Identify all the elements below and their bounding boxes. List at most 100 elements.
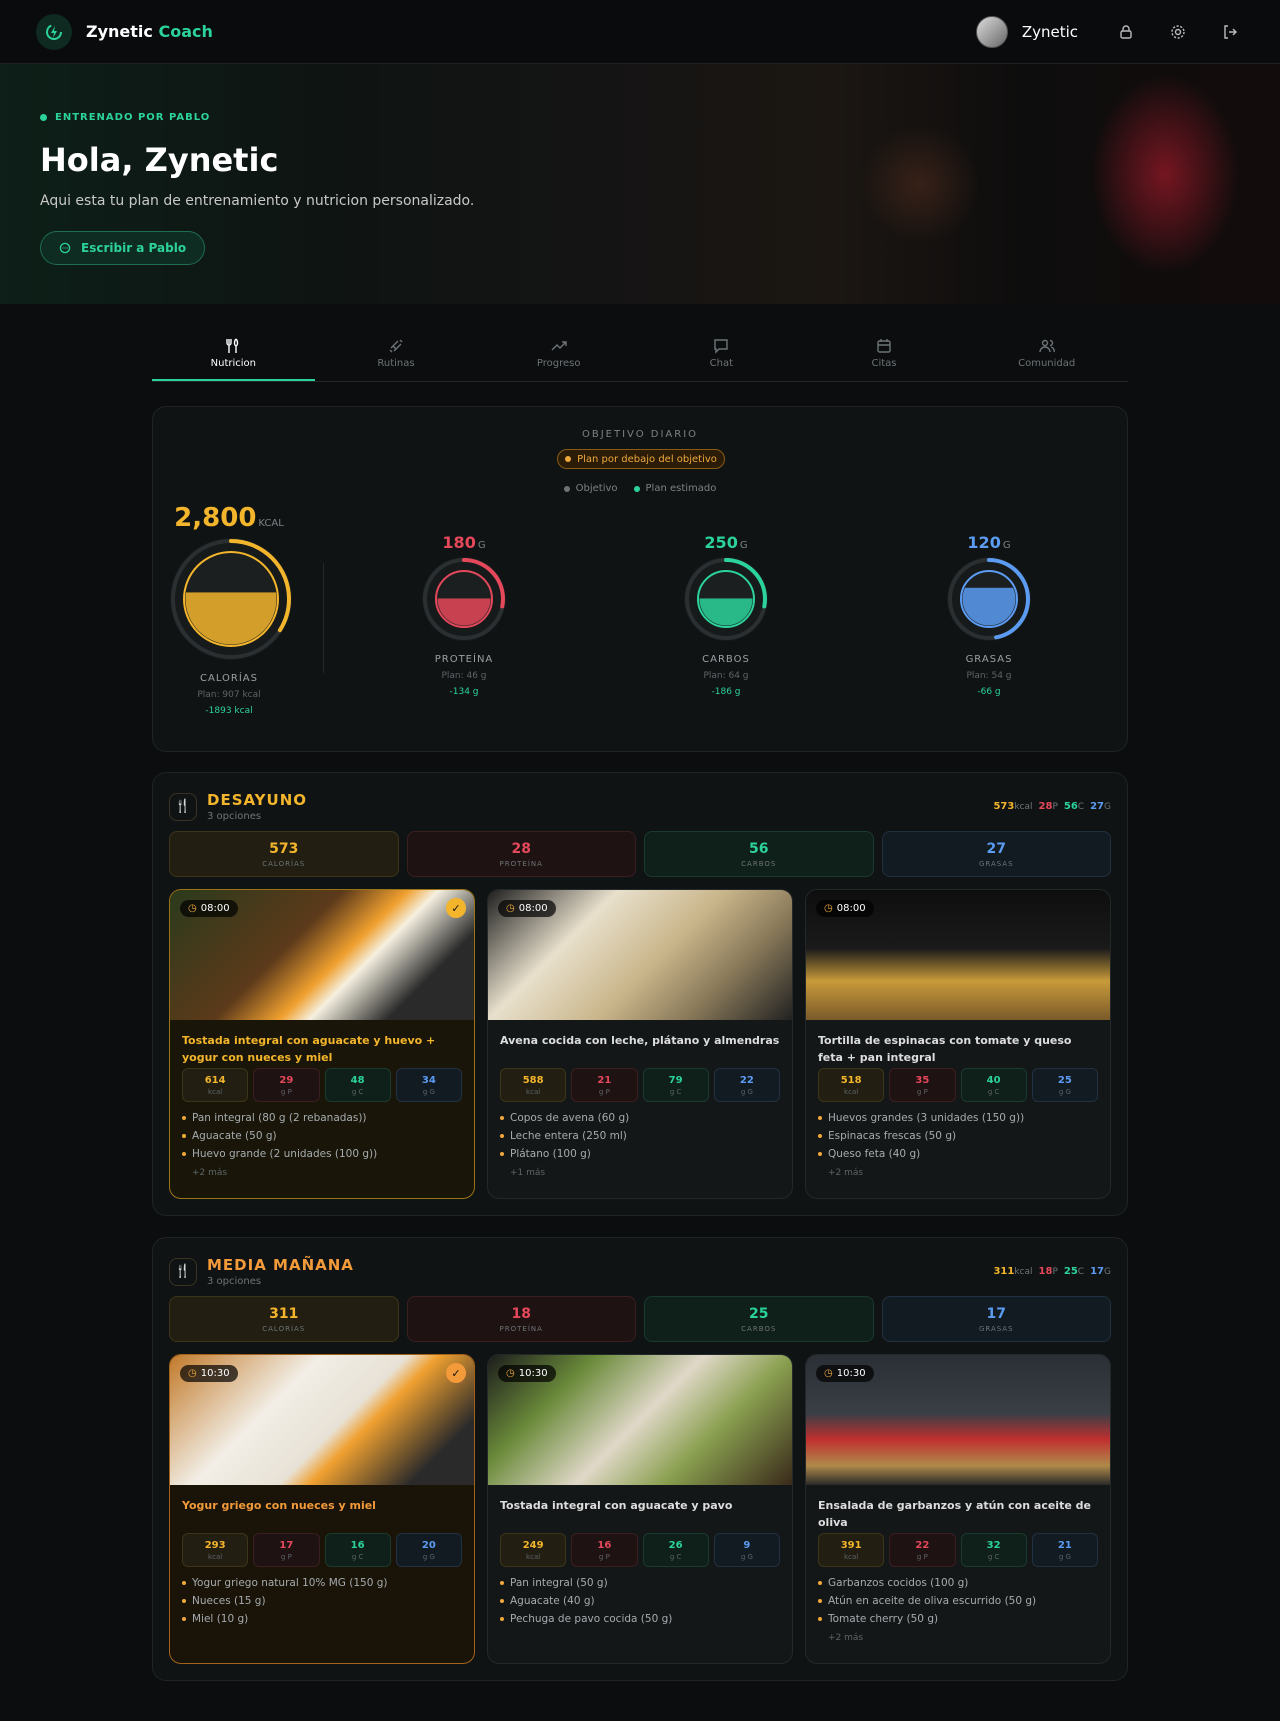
total-label: GRASAS bbox=[978, 1324, 1014, 1333]
user-name[interactable]: Zynetic bbox=[1022, 23, 1078, 41]
legend-objective-label: Objetivo bbox=[575, 483, 618, 494]
more-ingredients[interactable]: +1 más bbox=[488, 1166, 792, 1180]
option-macros: 614 kcal 29 g P 48 g C 34 g G bbox=[170, 1068, 474, 1102]
meal-option-title: Tostada integral con aguacate y huevo + … bbox=[182, 1034, 436, 1064]
eyebrow-text: ENTRENADO POR PABLO bbox=[55, 112, 211, 123]
ingredient-text: Pan integral (50 g) bbox=[510, 1577, 608, 1589]
meal-time: 10:30 bbox=[200, 1368, 230, 1379]
ingredient-text: Tomate cherry (50 g) bbox=[828, 1613, 939, 1625]
ingredient-text: Huevo grande (2 unidades (100 g)) bbox=[192, 1148, 378, 1160]
macro-value: 21 bbox=[597, 1074, 612, 1086]
meal-photo: ◷ 10:30 bbox=[806, 1355, 1110, 1485]
meal-photo: ◷ 08:00 bbox=[488, 890, 792, 1020]
avatar[interactable] bbox=[975, 15, 1008, 48]
ingredient-item: Copos de avena (60 g) bbox=[500, 1112, 780, 1124]
meal-option-title: Tostada integral con aguacate y pavo bbox=[500, 1499, 733, 1512]
selected-check-icon[interactable]: ✓ bbox=[446, 1363, 466, 1383]
calories-label: CALORÍAS bbox=[200, 673, 258, 684]
meal-time: 08:00 bbox=[836, 903, 866, 914]
macro-unit: g C bbox=[351, 1087, 364, 1096]
page-title: Hola, Zynetic bbox=[40, 141, 279, 179]
macro-value: 25 bbox=[1057, 1074, 1072, 1086]
ingredient-text: Leche entera (250 ml) bbox=[510, 1130, 627, 1142]
meal-section-media-manana: 🍴 MEDIA MAÑANA 3 opciones 311kcal 18P 25… bbox=[152, 1237, 1128, 1681]
bullet bbox=[182, 1599, 186, 1603]
tab-citas[interactable]: Citas bbox=[803, 332, 966, 381]
clock-icon: ◷ bbox=[188, 903, 197, 914]
objective-title: OBJETIVO DIARIO bbox=[581, 429, 699, 440]
meal-time-badge: ◷ 08:00 bbox=[498, 900, 556, 917]
macro-unit: g P bbox=[916, 1552, 928, 1561]
summary-protein: 18 bbox=[1038, 1266, 1053, 1277]
macro-value: 22 bbox=[739, 1074, 754, 1086]
ingredient-text: Huevos grandes (3 unidades (150 g)) bbox=[828, 1112, 1025, 1124]
chart-legend: Objetivo Plan estimado bbox=[153, 483, 1127, 494]
bullet bbox=[500, 1152, 504, 1156]
calories-target: 2,800 bbox=[174, 503, 257, 533]
option-macros: 518 kcal 35 g P 40 g C 25 g G bbox=[806, 1068, 1110, 1102]
meal-option-card[interactable]: ◷ 10:30 Ensalada de garbanzos y atún con a… bbox=[805, 1354, 1111, 1664]
clock-icon: ◷ bbox=[824, 1368, 833, 1379]
meal-option-card[interactable]: ◷ 08:00 ✓ Tostada integral con aguacate y h… bbox=[169, 889, 475, 1199]
logout-icon[interactable] bbox=[1216, 18, 1244, 46]
meal-option-card[interactable]: ◷ 08:00 Avena cocida con leche, plátano y … bbox=[487, 889, 793, 1199]
message-coach-button[interactable]: Escribir a Pablo bbox=[40, 231, 206, 265]
total-protein: 18 PROTEÍNA bbox=[406, 1296, 636, 1342]
logo-icon bbox=[36, 13, 72, 50]
hero-content: ENTRENADO POR PABLO Hola, Zynetic Aqui e… bbox=[40, 112, 474, 265]
total-label: CALORÍAS bbox=[262, 859, 306, 868]
gear-icon[interactable] bbox=[1164, 18, 1192, 46]
more-ingredients[interactable]: +2 más bbox=[806, 1631, 1110, 1645]
macro-value: 35 bbox=[915, 1074, 930, 1086]
macro-box-c: 16 g C bbox=[324, 1533, 391, 1567]
more-ingredients[interactable]: +2 más bbox=[170, 1166, 474, 1180]
meal-option-title: Ensalada de garbanzos y atún con aceite … bbox=[818, 1499, 1091, 1529]
ingredients-list: Pan integral (50 g) Aguacate (40 g) Pechug… bbox=[488, 1567, 792, 1625]
tab-chat[interactable]: Chat bbox=[640, 332, 803, 381]
meal-option-card[interactable]: ◷ 08:00 Tortilla de espinacas con tomate y… bbox=[805, 889, 1111, 1199]
protein-ring bbox=[422, 557, 506, 641]
tab-nutricion[interactable]: Nutricion bbox=[152, 332, 315, 381]
bullet bbox=[500, 1581, 504, 1585]
macro-box-c: 26 g C bbox=[642, 1533, 709, 1567]
meal-time-badge: ◷ 10:30 bbox=[816, 1365, 874, 1382]
macro-unit: kcal bbox=[844, 1552, 859, 1561]
macro-box-c: 48 g C bbox=[324, 1068, 391, 1102]
macro-unit: g P bbox=[916, 1087, 928, 1096]
protein-gauge: 180 G PROTEÍNA Plan: 46 g -134 g bbox=[409, 533, 519, 697]
clock-icon: ◷ bbox=[506, 903, 515, 914]
status-badge: Plan por debajo del objetivo bbox=[557, 449, 725, 469]
meal-option-card[interactable]: ◷ 10:30 ✓ Yogur griego con nueces y miel 293… bbox=[169, 1354, 475, 1664]
macro-value: 40 bbox=[986, 1074, 1001, 1086]
tab-progreso[interactable]: Progreso bbox=[477, 332, 640, 381]
tab-label: Nutricion bbox=[210, 358, 257, 369]
macro-unit: g C bbox=[351, 1552, 364, 1561]
macro-box-p: 17 g P bbox=[253, 1533, 320, 1567]
lock-icon[interactable] bbox=[1112, 18, 1140, 46]
carbs-label: CARBOS bbox=[702, 654, 750, 665]
more-ingredients[interactable]: +2 más bbox=[806, 1166, 1110, 1180]
meal-totals: 311 CALORÍAS 18 PROTEÍNA 25 CARBOS 17 GRASAS bbox=[169, 1296, 1111, 1342]
selected-check-icon[interactable]: ✓ bbox=[446, 898, 466, 918]
carbs-unit: G bbox=[739, 540, 748, 551]
tab-rutinas[interactable]: Rutinas bbox=[315, 332, 478, 381]
brand[interactable]: Zynetic Coach bbox=[36, 13, 213, 50]
clock-icon: ◷ bbox=[506, 1368, 515, 1379]
macro-value: 29 bbox=[279, 1074, 294, 1086]
ingredient-text: Queso feta (40 g) bbox=[828, 1148, 921, 1160]
macro-box-kcal: 249 kcal bbox=[500, 1533, 567, 1567]
option-macros: 293 kcal 17 g P 16 g C 20 g G bbox=[170, 1533, 474, 1567]
summary-carbs-unit: C bbox=[1077, 1267, 1085, 1277]
brand-main: Zynetic bbox=[86, 22, 153, 41]
ingredients-list: Huevos grandes (3 unidades (150 g)) Espin… bbox=[806, 1102, 1110, 1160]
meal-options-count: 3 opciones bbox=[207, 811, 262, 822]
macro-box-g: 22 g G bbox=[713, 1068, 780, 1102]
meal-photo: ◷ 10:30 ✓ bbox=[170, 1355, 474, 1485]
meal-option-card[interactable]: ◷ 10:30 Tostada integral con aguacate y pa… bbox=[487, 1354, 793, 1664]
tab-comunidad[interactable]: Comunidad bbox=[965, 332, 1128, 381]
ingredient-item: Aguacate (40 g) bbox=[500, 1595, 780, 1607]
ingredient-item: Garbanzos cocidos (100 g) bbox=[818, 1577, 1098, 1589]
calories-diff: -1893 kcal bbox=[205, 706, 253, 716]
tab-label: Citas bbox=[871, 358, 897, 369]
hero-banner: ENTRENADO POR PABLO Hola, Zynetic Aqui e… bbox=[0, 64, 1280, 304]
